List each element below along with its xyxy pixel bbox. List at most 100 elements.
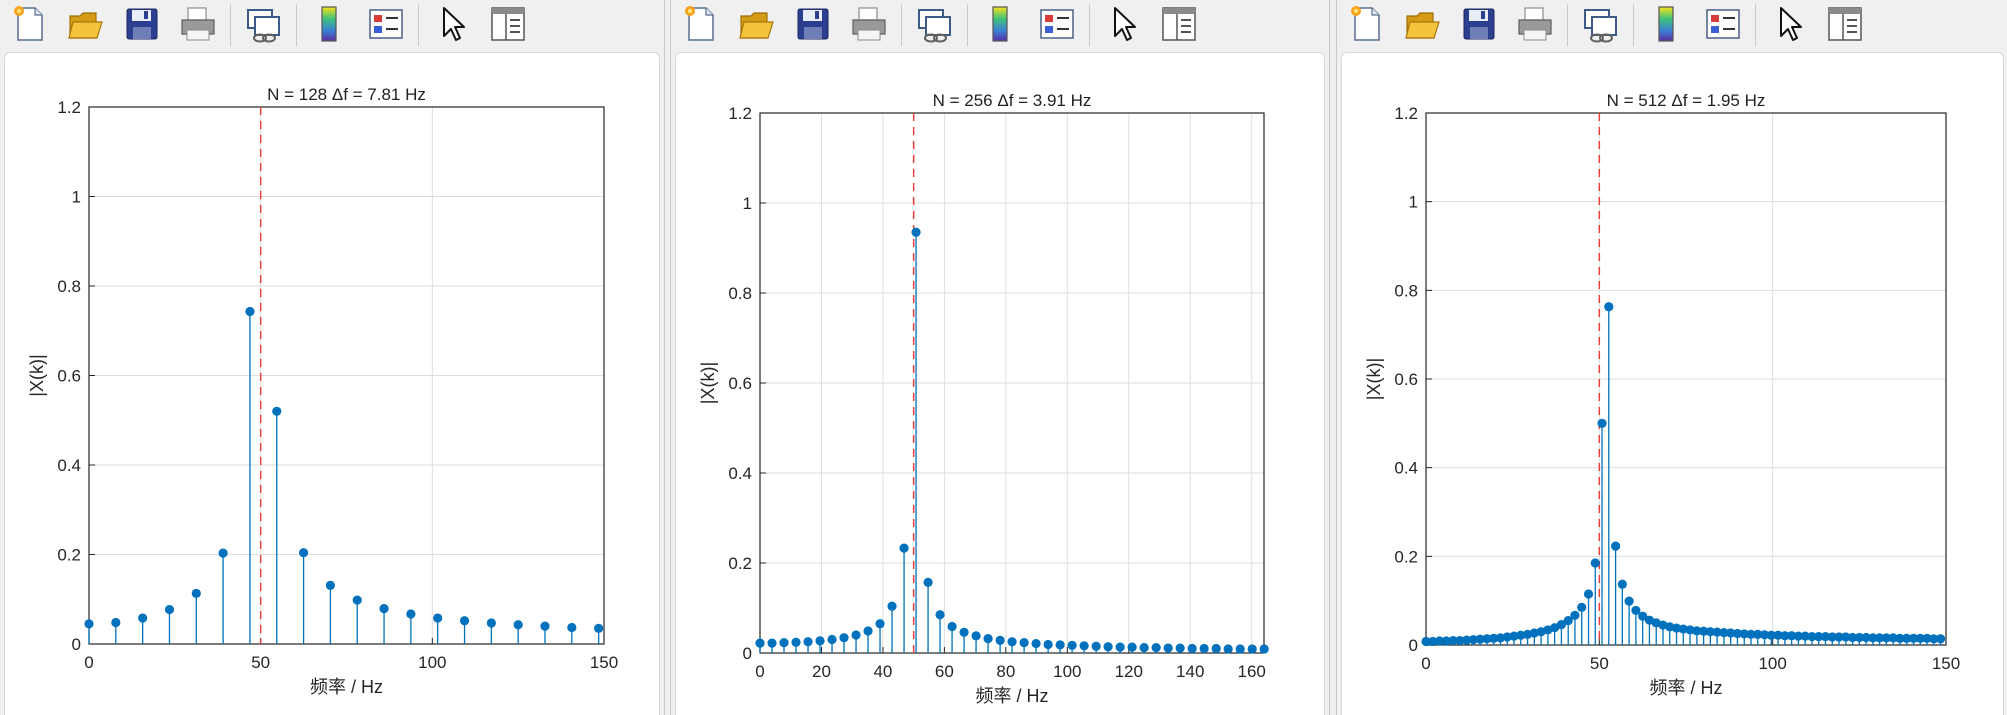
stem-marker[interactable] <box>899 543 909 553</box>
link-plot-button[interactable] <box>913 2 957 46</box>
stem-marker[interactable] <box>1043 639 1053 650</box>
stem-marker[interactable] <box>298 548 309 558</box>
stem-marker[interactable] <box>1163 643 1173 653</box>
legend-button[interactable] <box>1035 2 1079 46</box>
stem-marker[interactable] <box>1590 558 1600 568</box>
stem-marker[interactable] <box>983 634 993 644</box>
print-button[interactable] <box>847 2 891 46</box>
stem-marker[interactable] <box>935 610 945 620</box>
stem-marker[interactable] <box>839 633 849 643</box>
stem-marker[interactable] <box>1610 541 1621 551</box>
open-file-button[interactable] <box>735 2 779 46</box>
stem-marker[interactable] <box>779 638 789 648</box>
stem-marker[interactable] <box>1079 641 1089 651</box>
stem-marker[interactable] <box>815 636 825 646</box>
stem-marker[interactable] <box>1570 610 1580 620</box>
print-button[interactable] <box>1513 2 1557 46</box>
edit-plot-cursor-button[interactable] <box>1767 2 1811 46</box>
colorbar-button[interactable] <box>308 2 352 46</box>
stem-marker[interactable] <box>947 621 957 632</box>
stem-marker[interactable] <box>875 619 885 629</box>
stem-marker[interactable] <box>911 227 921 237</box>
stem-marker[interactable] <box>191 588 201 599</box>
stem-marker[interactable] <box>272 406 282 416</box>
stem-marker[interactable] <box>84 619 94 629</box>
stem-marker[interactable] <box>1151 643 1161 653</box>
stem-marker[interactable] <box>1617 579 1627 589</box>
property-inspector-button[interactable] <box>1823 2 1867 46</box>
stem-marker[interactable] <box>1583 589 1594 599</box>
stem-marker[interactable] <box>863 626 873 636</box>
stem-marker[interactable] <box>1223 644 1233 654</box>
stem-marker[interactable] <box>971 631 981 641</box>
stem-marker[interactable] <box>1031 638 1041 649</box>
stem-marker[interactable] <box>433 613 443 623</box>
stem-marker[interactable] <box>1091 641 1101 651</box>
open-file-button[interactable] <box>1401 2 1445 46</box>
stem-marker[interactable] <box>352 595 362 605</box>
link-plot-button[interactable] <box>1579 2 1623 46</box>
stem-marker[interactable] <box>767 638 777 648</box>
stem-plot[interactable]: 0 20 40 60 80 100 120 140 160 0 0.2 0.4 0.6 0.8 1 1.2 N … <box>676 53 1324 715</box>
colorbar-button[interactable] <box>979 2 1023 46</box>
stem-marker[interactable] <box>459 616 470 626</box>
stem-marker[interactable] <box>755 638 765 648</box>
print-button[interactable] <box>176 2 220 46</box>
stem-marker[interactable] <box>1247 644 1257 654</box>
stem-marker[interactable] <box>1235 644 1245 654</box>
stem-marker[interactable] <box>803 637 813 647</box>
property-inspector-button[interactable] <box>486 2 530 46</box>
stem-marker[interactable] <box>1019 638 1029 648</box>
stem-plot[interactable]: 0 50 100 150 0 0.2 0.4 0.6 0.8 1 1.2 N = 512 Δf = 1… <box>1342 53 2003 715</box>
stem-plot[interactable]: 0 50 100 150 0 0.2 0.4 0.6 0.8 1 1.2 N = 128 Δf = 7… <box>5 53 659 715</box>
stem-marker[interactable] <box>995 635 1005 646</box>
legend-button[interactable] <box>1701 2 1745 46</box>
stem-marker[interactable] <box>325 580 335 590</box>
stem-marker[interactable] <box>1577 602 1587 612</box>
new-figure-button[interactable] <box>679 2 723 46</box>
new-figure-button[interactable] <box>1345 2 1389 46</box>
stem-marker[interactable] <box>1127 642 1137 652</box>
stem-marker[interactable] <box>111 617 121 628</box>
stem-marker[interactable] <box>887 601 897 611</box>
stem-marker[interactable] <box>138 613 148 623</box>
save-button[interactable] <box>791 2 835 46</box>
stem-marker[interactable] <box>513 620 523 630</box>
stem-marker[interactable] <box>1115 642 1125 652</box>
colorbar-button[interactable] <box>1645 2 1689 46</box>
stem-marker[interactable] <box>164 604 175 615</box>
stem-marker[interactable] <box>791 637 801 647</box>
stem-marker[interactable] <box>1935 634 1946 644</box>
stem-marker[interactable] <box>379 604 389 614</box>
legend-button[interactable] <box>364 2 408 46</box>
stem-marker[interactable] <box>1175 643 1185 653</box>
stem-marker[interactable] <box>567 622 577 633</box>
new-figure-button[interactable] <box>8 2 52 46</box>
stem-marker[interactable] <box>245 306 255 317</box>
stem-marker[interactable] <box>486 618 496 628</box>
edit-plot-cursor-button[interactable] <box>430 2 474 46</box>
stem-marker[interactable] <box>827 634 837 645</box>
stem-marker[interactable] <box>1007 637 1017 647</box>
stem-marker[interactable] <box>959 627 969 637</box>
stem-marker[interactable] <box>1604 302 1614 312</box>
stem-marker[interactable] <box>923 577 933 587</box>
stem-marker[interactable] <box>1597 418 1607 428</box>
stem-marker[interactable] <box>1139 643 1149 653</box>
edit-plot-cursor-button[interactable] <box>1101 2 1145 46</box>
stem-marker[interactable] <box>540 621 550 631</box>
stem-marker[interactable] <box>1055 640 1065 650</box>
stem-marker[interactable] <box>1103 642 1113 652</box>
stem-marker[interactable] <box>1187 643 1197 654</box>
stem-marker[interactable] <box>1259 644 1269 654</box>
stem-marker[interactable] <box>594 623 604 633</box>
stem-marker[interactable] <box>218 548 228 558</box>
property-inspector-button[interactable] <box>1157 2 1201 46</box>
link-plot-button[interactable] <box>242 2 286 46</box>
stem-marker[interactable] <box>851 630 861 640</box>
stem-marker[interactable] <box>1199 643 1209 654</box>
stem-marker[interactable] <box>406 609 416 619</box>
stem-marker[interactable] <box>1067 640 1077 650</box>
stem-marker[interactable] <box>1211 643 1221 654</box>
stem-marker[interactable] <box>1624 596 1634 606</box>
